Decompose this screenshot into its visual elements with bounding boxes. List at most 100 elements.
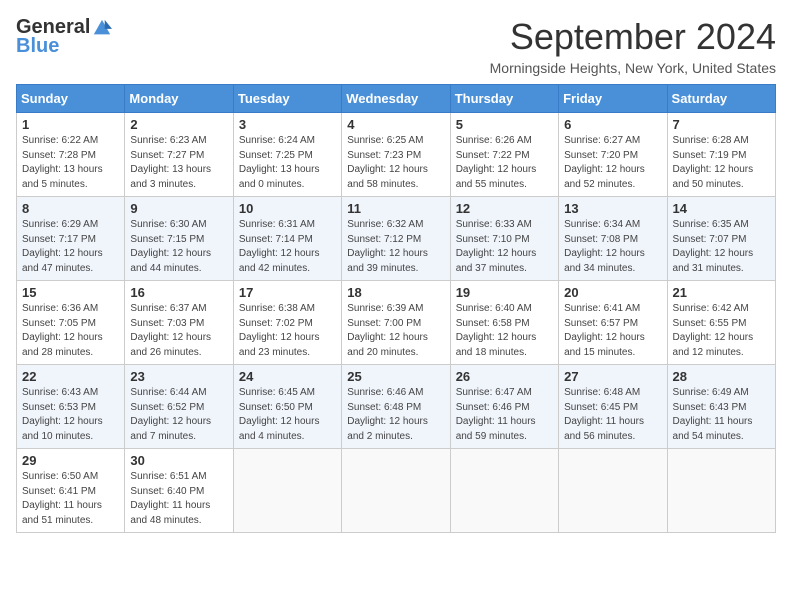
calendar-cell: 9 Sunrise: 6:30 AM Sunset: 7:15 PM Daylig… <box>125 197 233 281</box>
calendar-cell: 26 Sunrise: 6:47 AM Sunset: 6:46 PM Dayli… <box>450 365 558 449</box>
day-info: Sunrise: 6:23 AM Sunset: 7:27 PM Dayligh… <box>130 134 227 192</box>
day-number: 26 <box>456 369 553 384</box>
calendar-cell: 7 Sunrise: 6:28 AM Sunset: 7:19 PM Daylig… <box>667 113 775 197</box>
day-number: 1 <box>22 117 119 132</box>
day-number: 21 <box>673 285 770 300</box>
day-number: 16 <box>130 285 227 300</box>
weekday-header-tuesday: Tuesday <box>233 85 341 113</box>
day-number: 13 <box>564 201 661 216</box>
calendar-cell: 20 Sunrise: 6:41 AM Sunset: 6:57 PM Dayli… <box>559 281 667 365</box>
day-info: Sunrise: 6:29 AM Sunset: 7:17 PM Dayligh… <box>22 218 119 276</box>
day-info: Sunrise: 6:33 AM Sunset: 7:10 PM Dayligh… <box>456 218 553 276</box>
calendar-cell: 11Sunrise: 6:32 AM Sunset: 7:12 PM Dayli… <box>342 197 450 281</box>
calendar-cell: 12 Sunrise: 6:33 AM Sunset: 7:10 PM Dayli… <box>450 197 558 281</box>
day-number: 8 <box>22 201 119 216</box>
weekday-header-sunday: Sunday <box>17 85 125 113</box>
calendar-week-row: 8 Sunrise: 6:29 AM Sunset: 7:17 PM Daylig… <box>17 197 776 281</box>
calendar-week-row: 29Sunrise: 6:50 AM Sunset: 6:41 PM Dayli… <box>17 449 776 533</box>
calendar-cell <box>667 449 775 533</box>
weekday-header-thursday: Thursday <box>450 85 558 113</box>
day-info: Sunrise: 6:27 AM Sunset: 7:20 PM Dayligh… <box>564 134 661 192</box>
day-info: Sunrise: 6:46 AM Sunset: 6:48 PM Dayligh… <box>347 386 444 444</box>
calendar-cell: 14Sunrise: 6:35 AM Sunset: 7:07 PM Dayli… <box>667 197 775 281</box>
calendar-cell <box>450 449 558 533</box>
day-info: Sunrise: 6:41 AM Sunset: 6:57 PM Dayligh… <box>564 302 661 360</box>
calendar-cell: 30Sunrise: 6:51 AM Sunset: 6:40 PM Dayli… <box>125 449 233 533</box>
day-info: Sunrise: 6:28 AM Sunset: 7:19 PM Dayligh… <box>673 134 770 192</box>
day-info: Sunrise: 6:40 AM Sunset: 6:58 PM Dayligh… <box>456 302 553 360</box>
calendar-week-row: 22Sunrise: 6:43 AM Sunset: 6:53 PM Dayli… <box>17 365 776 449</box>
calendar-cell: 24 Sunrise: 6:45 AM Sunset: 6:50 PM Dayli… <box>233 365 341 449</box>
day-number: 22 <box>22 369 119 384</box>
title-block: September 2024 Morningside Heights, New … <box>490 16 776 76</box>
day-number: 29 <box>22 453 119 468</box>
day-info: Sunrise: 6:48 AM Sunset: 6:45 PM Dayligh… <box>564 386 661 444</box>
calendar-cell: 8 Sunrise: 6:29 AM Sunset: 7:17 PM Daylig… <box>17 197 125 281</box>
weekday-header-friday: Friday <box>559 85 667 113</box>
day-info: Sunrise: 6:37 AM Sunset: 7:03 PM Dayligh… <box>130 302 227 360</box>
day-info: Sunrise: 6:26 AM Sunset: 7:22 PM Dayligh… <box>456 134 553 192</box>
day-number: 28 <box>673 369 770 384</box>
calendar-cell: 1 Sunrise: 6:22 AM Sunset: 7:28 PM Daylig… <box>17 113 125 197</box>
day-info: Sunrise: 6:51 AM Sunset: 6:40 PM Dayligh… <box>130 470 227 528</box>
calendar-cell: 29Sunrise: 6:50 AM Sunset: 6:41 PM Dayli… <box>17 449 125 533</box>
day-number: 25 <box>347 369 444 384</box>
calendar-cell <box>559 449 667 533</box>
day-number: 15 <box>22 285 119 300</box>
day-info: Sunrise: 6:47 AM Sunset: 6:46 PM Dayligh… <box>456 386 553 444</box>
day-number: 27 <box>564 369 661 384</box>
calendar-cell: 2Sunrise: 6:23 AM Sunset: 7:27 PM Daylig… <box>125 113 233 197</box>
day-info: Sunrise: 6:38 AM Sunset: 7:02 PM Dayligh… <box>239 302 336 360</box>
day-info: Sunrise: 6:44 AM Sunset: 6:52 PM Dayligh… <box>130 386 227 444</box>
calendar-cell: 27 Sunrise: 6:48 AM Sunset: 6:45 PM Dayli… <box>559 365 667 449</box>
calendar-cell: 15 Sunrise: 6:36 AM Sunset: 7:05 PM Dayli… <box>17 281 125 365</box>
logo-blue-text: Blue <box>16 35 59 58</box>
weekday-header-wednesday: Wednesday <box>342 85 450 113</box>
calendar-cell: 13Sunrise: 6:34 AM Sunset: 7:08 PM Dayli… <box>559 197 667 281</box>
day-number: 20 <box>564 285 661 300</box>
calendar-cell <box>342 449 450 533</box>
calendar-cell: 21 Sunrise: 6:42 AM Sunset: 6:55 PM Dayli… <box>667 281 775 365</box>
day-info: Sunrise: 6:49 AM Sunset: 6:43 PM Dayligh… <box>673 386 770 444</box>
logo: General Blue <box>16 16 112 58</box>
calendar-cell: 4 Sunrise: 6:25 AM Sunset: 7:23 PM Daylig… <box>342 113 450 197</box>
day-number: 17 <box>239 285 336 300</box>
calendar-cell: 28 Sunrise: 6:49 AM Sunset: 6:43 PM Dayli… <box>667 365 775 449</box>
day-info: Sunrise: 6:42 AM Sunset: 6:55 PM Dayligh… <box>673 302 770 360</box>
day-number: 6 <box>564 117 661 132</box>
weekday-header-monday: Monday <box>125 85 233 113</box>
day-info: Sunrise: 6:32 AM Sunset: 7:12 PM Dayligh… <box>347 218 444 276</box>
logo-icon <box>92 18 112 38</box>
calendar-cell: 5 Sunrise: 6:26 AM Sunset: 7:22 PM Daylig… <box>450 113 558 197</box>
day-number: 4 <box>347 117 444 132</box>
page-header: General Blue September 2024 Morningside … <box>16 16 776 76</box>
calendar-cell: 3Sunrise: 6:24 AM Sunset: 7:25 PM Daylig… <box>233 113 341 197</box>
calendar-cell: 17 Sunrise: 6:38 AM Sunset: 7:02 PM Dayli… <box>233 281 341 365</box>
calendar-cell: 6 Sunrise: 6:27 AM Sunset: 7:20 PM Daylig… <box>559 113 667 197</box>
day-info: Sunrise: 6:30 AM Sunset: 7:15 PM Dayligh… <box>130 218 227 276</box>
weekday-header-row: SundayMondayTuesdayWednesdayThursdayFrid… <box>17 85 776 113</box>
day-info: Sunrise: 6:22 AM Sunset: 7:28 PM Dayligh… <box>22 134 119 192</box>
day-number: 23 <box>130 369 227 384</box>
calendar-cell: 18Sunrise: 6:39 AM Sunset: 7:00 PM Dayli… <box>342 281 450 365</box>
calendar-cell: 16 Sunrise: 6:37 AM Sunset: 7:03 PM Dayli… <box>125 281 233 365</box>
day-info: Sunrise: 6:45 AM Sunset: 6:50 PM Dayligh… <box>239 386 336 444</box>
calendar-cell: 25 Sunrise: 6:46 AM Sunset: 6:48 PM Dayli… <box>342 365 450 449</box>
calendar-week-row: 15 Sunrise: 6:36 AM Sunset: 7:05 PM Dayli… <box>17 281 776 365</box>
calendar-week-row: 1 Sunrise: 6:22 AM Sunset: 7:28 PM Daylig… <box>17 113 776 197</box>
day-number: 9 <box>130 201 227 216</box>
day-info: Sunrise: 6:25 AM Sunset: 7:23 PM Dayligh… <box>347 134 444 192</box>
day-number: 5 <box>456 117 553 132</box>
day-number: 24 <box>239 369 336 384</box>
month-title: September 2024 <box>490 16 776 58</box>
weekday-header-saturday: Saturday <box>667 85 775 113</box>
calendar-cell <box>233 449 341 533</box>
day-number: 18 <box>347 285 444 300</box>
calendar-cell: 19Sunrise: 6:40 AM Sunset: 6:58 PM Dayli… <box>450 281 558 365</box>
day-number: 12 <box>456 201 553 216</box>
day-number: 14 <box>673 201 770 216</box>
calendar-cell: 23 Sunrise: 6:44 AM Sunset: 6:52 PM Dayli… <box>125 365 233 449</box>
calendar-table: SundayMondayTuesdayWednesdayThursdayFrid… <box>16 84 776 533</box>
day-info: Sunrise: 6:36 AM Sunset: 7:05 PM Dayligh… <box>22 302 119 360</box>
day-number: 7 <box>673 117 770 132</box>
